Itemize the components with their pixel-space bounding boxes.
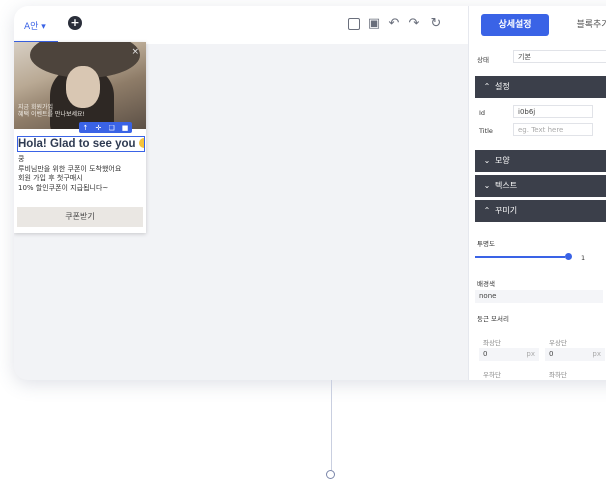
move-up-icon[interactable]: ↑ bbox=[83, 124, 89, 132]
section-settings[interactable]: ⌃ 설정 bbox=[475, 76, 606, 98]
coupon-button[interactable]: 쿠폰받기 bbox=[17, 207, 143, 227]
close-icon[interactable]: × bbox=[131, 47, 139, 57]
id-value: i0b6j bbox=[518, 108, 536, 116]
body-line-1: 쿵 bbox=[18, 155, 25, 163]
body-line-2: 루비님만을 위한 쿠폰이 도착했어요 bbox=[18, 164, 122, 173]
editing-canvas[interactable]: × 지금 회원가입 혜택 이벤트를 만나보세요! ↑ ✛ ❏ ■ Hola! G… bbox=[14, 42, 468, 380]
radius-label: 둥근 모서리 bbox=[477, 315, 509, 323]
connector-line bbox=[331, 380, 332, 472]
bottom-right-label: 좌하단 bbox=[549, 371, 567, 379]
headline-label: Hola! Glad to see you bbox=[18, 138, 136, 150]
section-decor-label: 꾸미기 bbox=[495, 206, 518, 215]
section-decor[interactable]: ⌃ 꾸미기 bbox=[475, 200, 606, 222]
bottom-left-label: 우하단 bbox=[483, 371, 501, 379]
redo-icon[interactable]: ↷ bbox=[406, 16, 422, 32]
opacity-value: 1 bbox=[581, 254, 586, 262]
bg-color-value: none bbox=[479, 292, 497, 300]
chevron-down-icon: ⌄ bbox=[483, 181, 491, 190]
copy-icon[interactable]: ❏ bbox=[108, 124, 114, 132]
editor-window: A안 ▾ + ▣ ↶ ↷ ↻ × 지금 회원가입 혜택 이벤트를 만나보세요! … bbox=[14, 6, 606, 380]
chevron-up-icon: ⌃ bbox=[483, 82, 491, 91]
delete-icon[interactable]: ■ bbox=[122, 124, 129, 132]
state-label: 상태 bbox=[477, 56, 489, 64]
top-right-value: 0 bbox=[549, 350, 554, 358]
top-left-label: 좌상단 bbox=[483, 339, 501, 347]
tab-add-block[interactable]: 블록추가 bbox=[561, 14, 606, 36]
square-icon[interactable] bbox=[348, 18, 360, 30]
face-shape bbox=[66, 66, 100, 108]
section-settings-label: 설정 bbox=[495, 82, 510, 91]
section-text[interactable]: ⌄ 텍스트 bbox=[475, 175, 606, 197]
bg-color-field[interactable]: none bbox=[475, 290, 603, 303]
unit-label: px bbox=[592, 350, 601, 358]
tab-detail-settings[interactable]: 상세설정 bbox=[481, 14, 549, 36]
top-left-value: 0 bbox=[483, 350, 488, 358]
properties-panel: 상세설정 블록추가 상태 기본 ⌃ 설정 Id i0b6j Title eg. T… bbox=[468, 6, 606, 380]
state-select[interactable]: 기본 bbox=[513, 50, 606, 63]
chevron-down-icon: ⌄ bbox=[483, 156, 491, 165]
title-placeholder: eg. Text here bbox=[518, 126, 564, 134]
smile-emoji-icon bbox=[138, 138, 144, 148]
section-shape-label: 모양 bbox=[495, 156, 510, 165]
element-mini-toolbar: ↑ ✛ ❏ ■ bbox=[79, 122, 132, 133]
opacity-slider-track[interactable] bbox=[475, 256, 565, 258]
popup-preview[interactable]: × 지금 회원가입 혜택 이벤트를 만나보세요! ↑ ✛ ❏ ■ Hola! G… bbox=[14, 42, 146, 233]
id-field[interactable]: i0b6j bbox=[513, 105, 593, 118]
refresh-icon[interactable]: ↻ bbox=[428, 16, 444, 32]
top-toolbar: A안 ▾ + ▣ ↶ ↷ ↻ bbox=[14, 6, 468, 45]
connector-dot bbox=[326, 470, 335, 479]
state-value: 기본 bbox=[518, 53, 531, 61]
body-line-4: 10% 할인쿠폰이 지급됩니다~ bbox=[18, 183, 109, 192]
title-field[interactable]: eg. Text here bbox=[513, 123, 593, 136]
title-label: Title bbox=[479, 127, 493, 135]
plus-circle-icon[interactable]: + bbox=[68, 16, 82, 30]
zoom-icon[interactable]: ▣ bbox=[366, 16, 382, 32]
top-right-radius-input[interactable]: 0 px bbox=[545, 348, 605, 361]
id-label: Id bbox=[479, 109, 486, 117]
caption-line-1: 지금 회원가입 bbox=[18, 104, 54, 111]
body-text[interactable]: 쿵 루비님만을 위한 쿠폰이 도착했어요 회원 가입 후 첫구매시 10% 할인… bbox=[18, 155, 144, 193]
move-icon[interactable]: ✛ bbox=[95, 124, 101, 132]
body-line-3: 회원 가입 후 첫구매시 bbox=[18, 174, 83, 182]
chevron-up-icon: ⌃ bbox=[483, 206, 491, 215]
section-shape[interactable]: ⌄ 모양 bbox=[475, 150, 606, 172]
undo-icon[interactable]: ↶ bbox=[386, 16, 402, 32]
photo-caption: 지금 회원가입 혜택 이벤트를 만나보세요! bbox=[18, 104, 118, 118]
caption-line-2: 혜택 이벤트를 만나보세요! bbox=[18, 111, 85, 118]
opacity-label: 투명도 bbox=[477, 240, 495, 248]
top-left-radius-input[interactable]: 0 px bbox=[479, 348, 539, 361]
headline-text[interactable]: Hola! Glad to see you bbox=[17, 136, 145, 152]
section-text-label: 텍스트 bbox=[495, 181, 518, 190]
hero-photo: × 지금 회원가입 혜택 이벤트를 만나보세요! bbox=[14, 42, 146, 129]
unit-label: px bbox=[526, 350, 535, 358]
bg-color-label: 배경색 bbox=[477, 280, 495, 288]
tab-variant-a[interactable]: A안 ▾ bbox=[24, 19, 46, 32]
opacity-slider-handle[interactable] bbox=[565, 253, 572, 260]
top-right-label: 우상단 bbox=[549, 339, 567, 347]
